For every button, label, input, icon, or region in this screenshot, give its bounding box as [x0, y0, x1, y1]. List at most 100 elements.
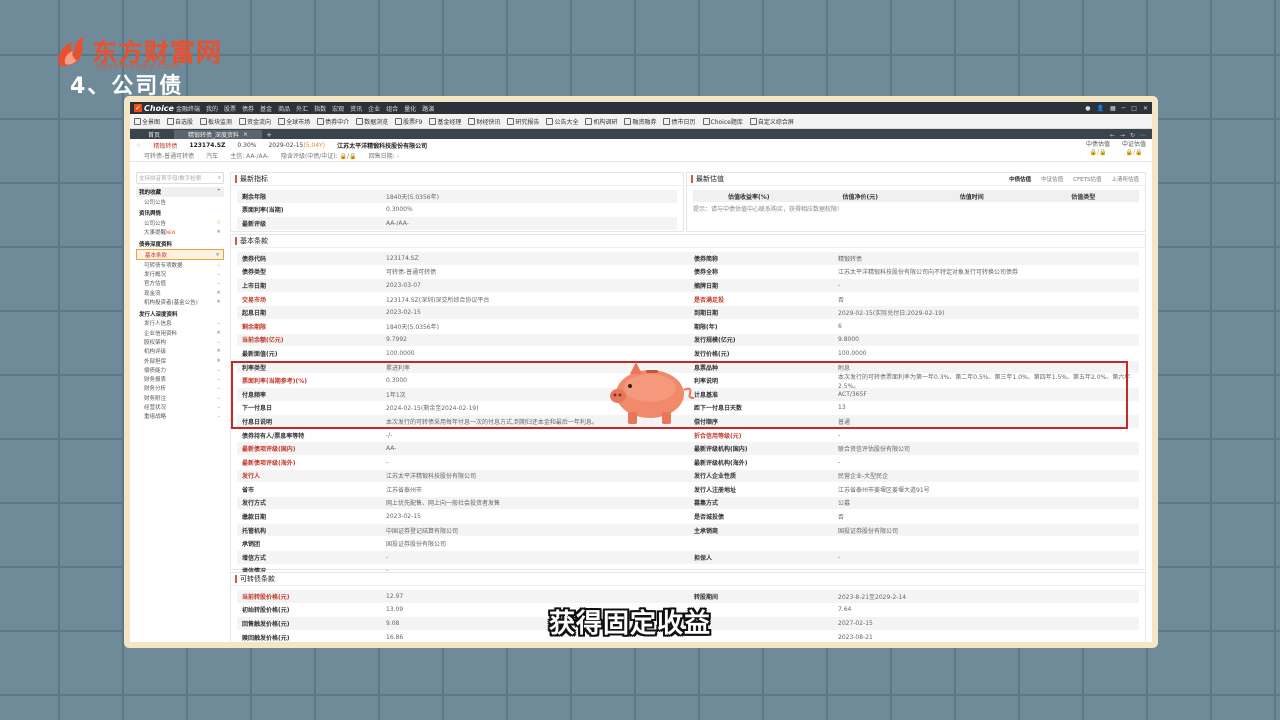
estimate-tab[interactable]: 上清所估值: [1111, 175, 1139, 183]
star-icon[interactable]: ★: [216, 229, 221, 235]
chevron-down-icon[interactable]: ⌄: [216, 262, 221, 268]
sidebar-item[interactable]: 外部担保 ★: [136, 356, 224, 365]
star-icon[interactable]: ★: [216, 290, 221, 296]
star-icon[interactable]: ☆: [216, 220, 221, 226]
menu-item[interactable]: 指数: [314, 104, 326, 113]
menu-item[interactable]: 企业: [368, 104, 380, 113]
refresh-icon[interactable]: ↻: [1130, 132, 1135, 139]
toolbar-item[interactable]: Choice题库: [702, 117, 743, 126]
toolbar-item[interactable]: 基金经理: [429, 117, 461, 126]
toolbar-item[interactable]: 融资融券: [624, 117, 656, 126]
sidebar-item[interactable]: 偿债能力 ⌄: [136, 365, 224, 374]
user-icon[interactable]: 👤: [1097, 105, 1104, 112]
toolbar-item[interactable]: 公告大全: [546, 117, 578, 126]
estimate-tab[interactable]: 中证估值: [1041, 175, 1063, 183]
menu-item[interactable]: 基金: [260, 104, 272, 113]
toolbar-item[interactable]: 研究报告: [507, 117, 539, 126]
toolbar-item[interactable]: 债市日历: [663, 117, 696, 126]
security-code: 123174.SZ: [189, 142, 226, 149]
estimate-tab[interactable]: 中债估值: [1009, 175, 1031, 183]
table-row: 债券持有人/票息率等特 -/-: [237, 429, 689, 443]
menu-item[interactable]: 外汇: [296, 104, 308, 113]
toolbar-item[interactable]: 自选股: [167, 117, 193, 126]
star-icon[interactable]: ★: [216, 358, 221, 364]
menu-item[interactable]: 商品: [278, 104, 290, 113]
toolbar-item[interactable]: 机构调研: [585, 117, 617, 126]
sidebar-item[interactable]: 机构评级 ★: [136, 347, 224, 356]
sidebar-category[interactable]: 债券深度资料: [136, 239, 224, 249]
sidebar-item[interactable]: 发行人信息 ⌄: [136, 319, 224, 328]
sidebar-group-favorites[interactable]: 我的收藏 ⌃: [136, 187, 224, 197]
chevron-down-icon[interactable]: ⌄: [216, 395, 221, 401]
star-icon[interactable]: ★: [215, 252, 220, 258]
sidebar-item[interactable]: 财务报表 ⌄: [136, 374, 224, 383]
chevron-down-icon[interactable]: ⌄: [216, 376, 221, 382]
sidebar-item[interactable]: 经营状况 ⌄: [136, 402, 224, 411]
sidebar-search[interactable]: 支持拼音首字母/数字检索 ⌕: [136, 172, 224, 184]
star-icon[interactable]: ★: [216, 348, 221, 354]
chevron-down-icon[interactable]: ⌄: [216, 367, 221, 373]
add-tab-button[interactable]: +: [266, 131, 272, 139]
estimate-column-header: 估值收益率(%): [728, 193, 770, 201]
menu-item[interactable]: 组合: [386, 104, 398, 113]
sidebar-item[interactable]: 基本条款 ★: [136, 248, 224, 261]
sidebar-category[interactable]: 资讯舆情: [136, 208, 224, 218]
toolbar-item[interactable]: 数据浏览: [356, 117, 388, 126]
maximize-icon[interactable]: □: [1131, 105, 1137, 112]
settings-icon[interactable]: ▦: [1110, 105, 1116, 112]
chevron-down-icon[interactable]: ⌄: [216, 280, 221, 286]
menu-item[interactable]: 量化: [404, 104, 416, 113]
sidebar-item[interactable]: 官方估值 ⌄: [136, 279, 224, 288]
sidebar-item[interactable]: 股权架构 ⌄: [136, 337, 224, 346]
menu-item[interactable]: 资讯: [350, 104, 362, 113]
sidebar-item[interactable]: 企业信用资料 ★: [136, 328, 224, 337]
field-label: 票面利率(当期参考)(%): [242, 378, 307, 386]
tab-close-icon[interactable]: ×: [243, 131, 248, 138]
star-icon[interactable]: ★: [216, 330, 221, 336]
toolbar-item[interactable]: 债券中介: [317, 117, 349, 126]
forward-icon[interactable]: →: [1120, 132, 1125, 139]
chevron-down-icon[interactable]: ⌄: [216, 271, 221, 277]
toolbar-item[interactable]: 股票F9: [395, 117, 422, 126]
chevron-down-icon[interactable]: ⌄: [216, 339, 221, 345]
sidebar-item[interactable]: 机构投资者(基金公告) ★: [136, 297, 224, 306]
toolbar-item[interactable]: 板块监测: [200, 117, 232, 126]
sidebar-item-label: 财务分析: [144, 386, 167, 393]
star-icon[interactable]: ★: [216, 299, 221, 305]
tab-home[interactable]: 首页: [134, 130, 174, 139]
chevron-down-icon[interactable]: ⌄: [216, 320, 221, 326]
sidebar-item[interactable]: 公司公告: [136, 197, 224, 206]
tab-detail[interactable]: 精锻转债_深度资料 ×: [174, 130, 263, 139]
sidebar-item[interactable]: 可转债专项数据 ⌄: [136, 260, 224, 269]
close-icon[interactable]: ✕: [1143, 105, 1148, 112]
sidebar-item[interactable]: 发行概况 ⌄: [136, 269, 224, 278]
minimize-icon[interactable]: ─: [1122, 105, 1126, 112]
toolbar-item[interactable]: 自定义综合屏: [749, 117, 794, 126]
sidebar-item[interactable]: 财务附注 ⌄: [136, 393, 224, 402]
field-label: 最新债项评级(海外): [242, 459, 296, 467]
toolbar-item[interactable]: 资金流向: [239, 117, 271, 126]
menu-item[interactable]: 路演: [422, 104, 434, 113]
message-icon[interactable]: ●: [1085, 105, 1090, 112]
sidebar-item[interactable]: 现金流 ★: [136, 288, 224, 297]
sidebar-category[interactable]: 发行人深度资料: [136, 309, 224, 319]
menu-item[interactable]: 我的: [206, 104, 218, 113]
menu-item[interactable]: 债券: [242, 104, 254, 113]
favorite-star-icon[interactable]: ☆: [136, 142, 141, 149]
menu-item[interactable]: 宏观: [332, 104, 344, 113]
estimate-tab[interactable]: CFETS估值: [1073, 175, 1101, 183]
menu-item[interactable]: 股票: [224, 104, 236, 113]
sidebar-item[interactable]: 公司公告 ☆: [136, 218, 224, 227]
toolbar-item[interactable]: 全景图: [134, 117, 160, 126]
sidebar-item[interactable]: 大事提醒 NEW ★: [136, 228, 224, 237]
toolbar-item[interactable]: 财经快讯: [468, 117, 500, 126]
sidebar-item[interactable]: 重组战略 ⌄: [136, 412, 224, 421]
more-icon[interactable]: ⋯: [1140, 132, 1146, 139]
toolbar-item[interactable]: 全球市场: [278, 117, 310, 126]
chevron-down-icon[interactable]: ⌄: [216, 404, 221, 410]
sidebar-item[interactable]: 财务分析 ⌄: [136, 384, 224, 393]
back-icon[interactable]: ←: [1110, 132, 1115, 139]
search-icon[interactable]: ⌕: [218, 175, 221, 182]
chevron-down-icon[interactable]: ⌄: [216, 413, 221, 419]
chevron-down-icon[interactable]: ⌄: [216, 385, 221, 391]
